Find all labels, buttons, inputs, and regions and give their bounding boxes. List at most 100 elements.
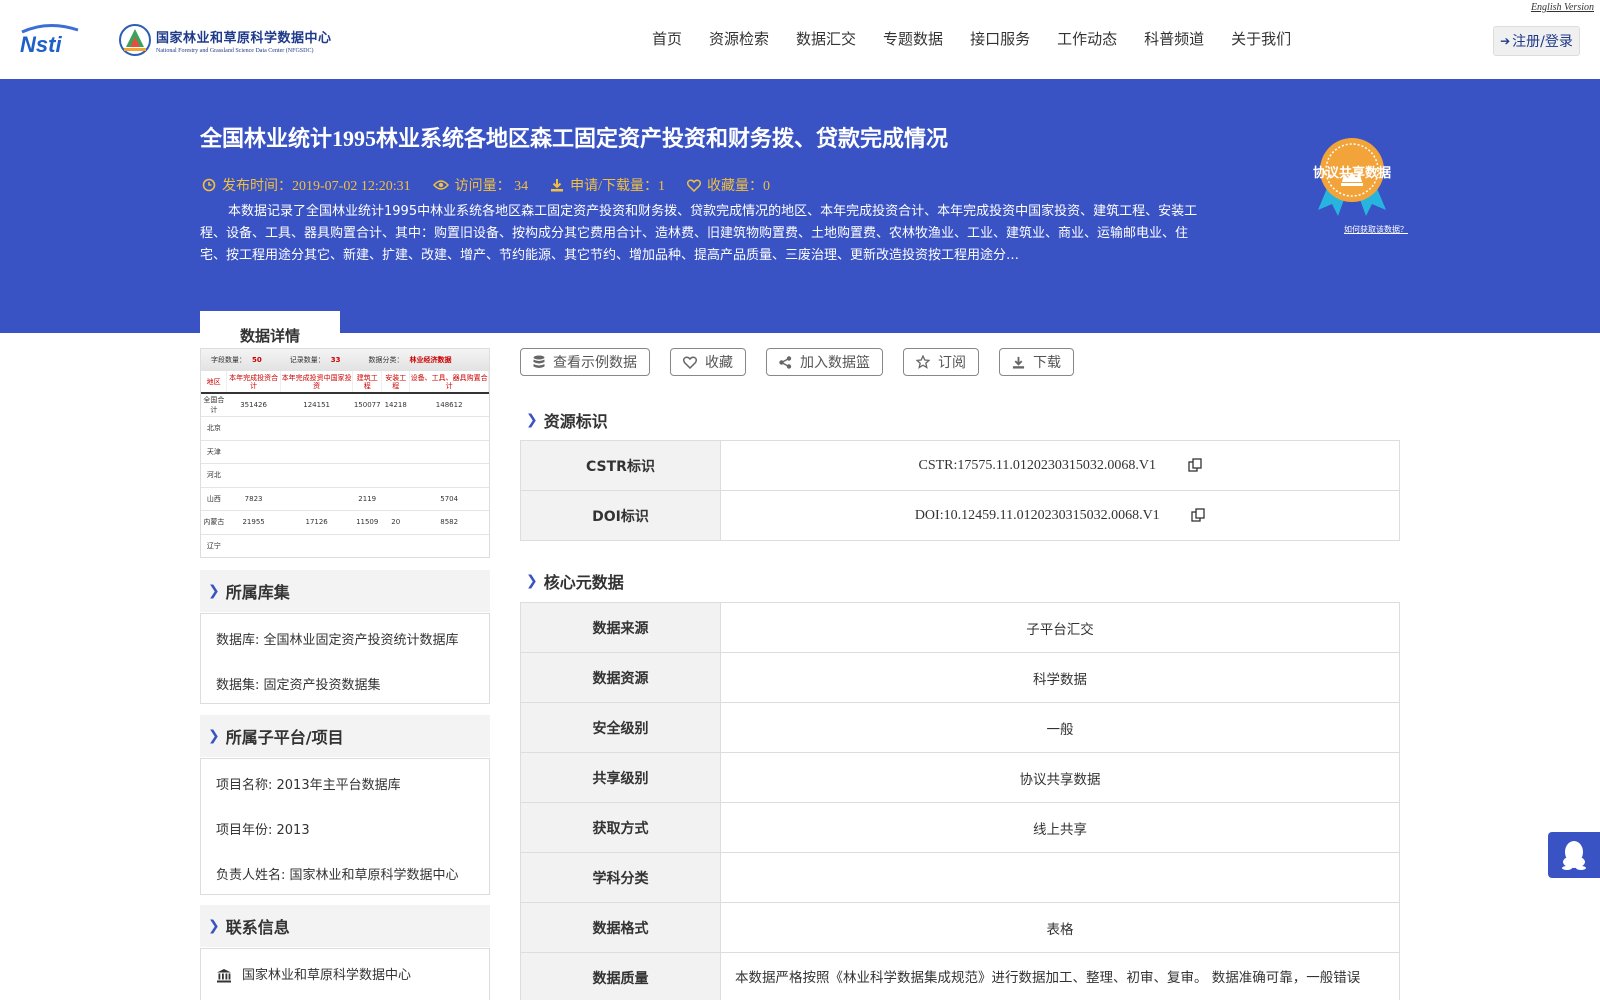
institution-icon	[217, 969, 231, 983]
nav-about[interactable]: 关于我们	[1231, 28, 1291, 49]
project-name: 项目名称: 2013年主平台数据库	[216, 778, 401, 793]
table-row: 山西 7823 2119 5704	[201, 487, 489, 511]
dataset-link[interactable]: 数据集: 固定资产投资数据集	[216, 663, 474, 708]
download-icon	[551, 179, 564, 192]
preview-cell: 14218	[381, 393, 410, 417]
metadata-value: 子平台汇交	[720, 602, 1400, 653]
metadata-key: 数据质量	[520, 952, 721, 1000]
nav-api[interactable]: 接口服务	[970, 28, 1030, 49]
sign-in-icon: ➔	[1500, 34, 1511, 48]
preview-cell	[352, 534, 382, 557]
table-row: 北京	[201, 416, 489, 441]
doi-value: DOI:10.12459.11.0120230315032.0068.V1	[914, 507, 1160, 523]
metadata-key: 获取方式	[520, 802, 721, 853]
table-row: 数据来源 子平台汇交	[520, 602, 1400, 653]
view-sample-button[interactable]: 查看示例数据	[520, 348, 650, 376]
nav-science[interactable]: 科普频道	[1144, 28, 1204, 49]
login-button[interactable]: ➔ 注册/登录	[1493, 26, 1580, 56]
svg-text:Nsti: Nsti	[20, 32, 62, 56]
database-link[interactable]: 数据库: 全国林业固定资产投资统计数据库	[216, 618, 474, 663]
center-name-en: National Forestry and Grassland Science …	[156, 47, 314, 54]
download-icon	[1012, 356, 1025, 369]
preview-col-header: 安装工程	[381, 371, 411, 394]
english-version-link[interactable]: English Version	[1531, 2, 1594, 13]
preview-cell: 17126	[280, 510, 353, 535]
copy-icon[interactable]	[1191, 508, 1205, 522]
preview-cell	[352, 440, 382, 464]
sample-data-preview[interactable]: 字段数量： 50 记录数量： 33 数据分类： 林业经济数据 地区 本年完成投资…	[200, 348, 490, 558]
preview-cell: 2119	[352, 487, 382, 511]
project-year: 项目年份: 2013	[216, 823, 310, 838]
eye-icon	[432, 180, 449, 190]
copy-icon[interactable]	[1187, 458, 1202, 472]
preview-table: 地区 本年完成投资合计 本年完成投资中国家投资 建筑工程 安装工程 设备、工具、…	[201, 371, 489, 557]
dataset-banner: 全国林业统计1995林业系统各地区森工固定资产投资和财务拨、贷款完成情况 发布时…	[0, 79, 1600, 359]
preview-col-header: 建筑工程	[352, 371, 383, 394]
metadata-value: 科学数据	[720, 652, 1400, 703]
metadata-key: 数据资源	[520, 652, 721, 703]
table-row: 河北	[201, 463, 489, 488]
nfgsdc-logo[interactable]: 国家林业和草原科学数据中心 National Forestry and Gras…	[118, 20, 332, 60]
nav-news[interactable]: 工作动态	[1057, 28, 1117, 49]
table-row: 数据格式 表格	[520, 902, 1400, 953]
share-icon	[779, 355, 792, 369]
table-row: 学科分类	[520, 852, 1400, 903]
favorite-button[interactable]: 收藏	[670, 348, 746, 376]
core-metadata-heading: ❯ 核心元数据	[526, 573, 624, 592]
nav-submission[interactable]: 数据汇交	[796, 28, 856, 49]
table-row: 内蒙古 21955 17126 11509 20 8582	[201, 510, 489, 535]
library-section: 数据库: 全国林业固定资产投资统计数据库 数据集: 固定资产投资数据集	[200, 613, 490, 704]
metadata-value: 协议共享数据	[720, 752, 1400, 803]
metadata-key: 安全级别	[520, 702, 721, 753]
preview-cell: 20	[381, 510, 410, 535]
qq-chat-button[interactable]	[1548, 832, 1600, 878]
preview-cell: 全国合计	[201, 393, 227, 417]
nav-topics[interactable]: 专题数据	[883, 28, 943, 49]
chevron-right-icon: ❯	[208, 918, 220, 934]
badge-label: 协议共享数据	[1312, 166, 1391, 181]
preview-cell: 辽宁	[201, 534, 227, 557]
login-label: 注册/登录	[1512, 34, 1573, 50]
contact-org: 国家林业和草原科学数据中心	[216, 953, 474, 998]
preview-cell	[226, 534, 281, 557]
add-to-basket-button[interactable]: 加入数据篮	[766, 348, 883, 376]
nfgsdc-emblem-icon	[119, 24, 151, 56]
table-row: 获取方式 线上共享	[520, 802, 1400, 853]
metadata-key: 数据来源	[520, 602, 721, 653]
nsti-logo[interactable]: Nsti	[18, 22, 98, 56]
favorite-count: 收藏量：0	[687, 175, 770, 195]
contact-section: 国家林业和草原科学数据中心	[200, 948, 490, 1000]
subscribe-button[interactable]: 订阅	[903, 348, 979, 376]
heart-icon	[687, 178, 701, 192]
nav-home[interactable]: 首页	[652, 28, 682, 49]
metadata-value: 线上共享	[720, 802, 1400, 853]
metadata-key: 共享级别	[520, 752, 721, 803]
identifier-section-heading: ❯ 资源标识	[526, 412, 608, 431]
qq-penguin-icon	[1562, 841, 1586, 870]
preview-cell: 内蒙古	[201, 510, 227, 535]
preview-col-header: 本年完成投资中国家投资	[280, 371, 354, 394]
nav-search[interactable]: 资源检索	[709, 28, 769, 49]
metadata-key: 学科分类	[520, 852, 721, 903]
download-button[interactable]: 下载	[999, 348, 1074, 376]
table-row: 共享级别 协议共享数据	[520, 752, 1400, 803]
chevron-right-icon: ❯	[526, 573, 538, 589]
preview-cell	[381, 487, 410, 511]
how-to-get-data-link[interactable]: 如何获取该数据？	[1344, 224, 1408, 235]
cstr-cell: CSTR:17575.11.0120230315032.0068.V1	[720, 440, 1400, 491]
table-row: CSTR标识 CSTR:17575.11.0120230315032.0068.…	[520, 440, 1400, 491]
preview-cell	[381, 463, 410, 488]
site-header: English Version Nsti 国家林业和草原科学数据中心 Natio…	[0, 0, 1600, 79]
metadata-value: 一般	[720, 702, 1400, 753]
preview-cell	[226, 440, 281, 464]
contact-section-heading: ❯ 联系信息	[200, 905, 490, 947]
dataset-description: 本数据记录了全国林业统计1995中林业系统各地区森工固定资产投资和财务拨、贷款完…	[200, 204, 1198, 263]
clock-icon	[202, 178, 216, 192]
chevron-right-icon: ❯	[208, 583, 220, 599]
core-metadata-table: 数据来源 子平台汇交 数据资源 科学数据 安全级别 一般 共享级别 协议共享数据 获取方式 线上共…	[520, 602, 1400, 1000]
preview-cell	[409, 416, 489, 441]
preview-cell: 7823	[226, 487, 281, 511]
doi-label: DOI标识	[520, 490, 721, 541]
preview-cell	[226, 463, 281, 488]
preview-cell	[280, 534, 353, 557]
